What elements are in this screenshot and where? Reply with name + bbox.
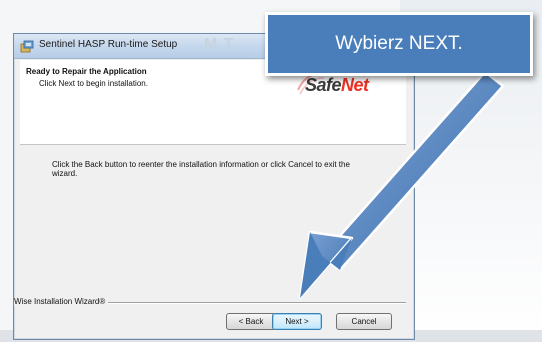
instruction-callout: Wybierz NEXT. bbox=[265, 12, 533, 76]
callout-text: Wybierz NEXT. bbox=[335, 33, 463, 54]
